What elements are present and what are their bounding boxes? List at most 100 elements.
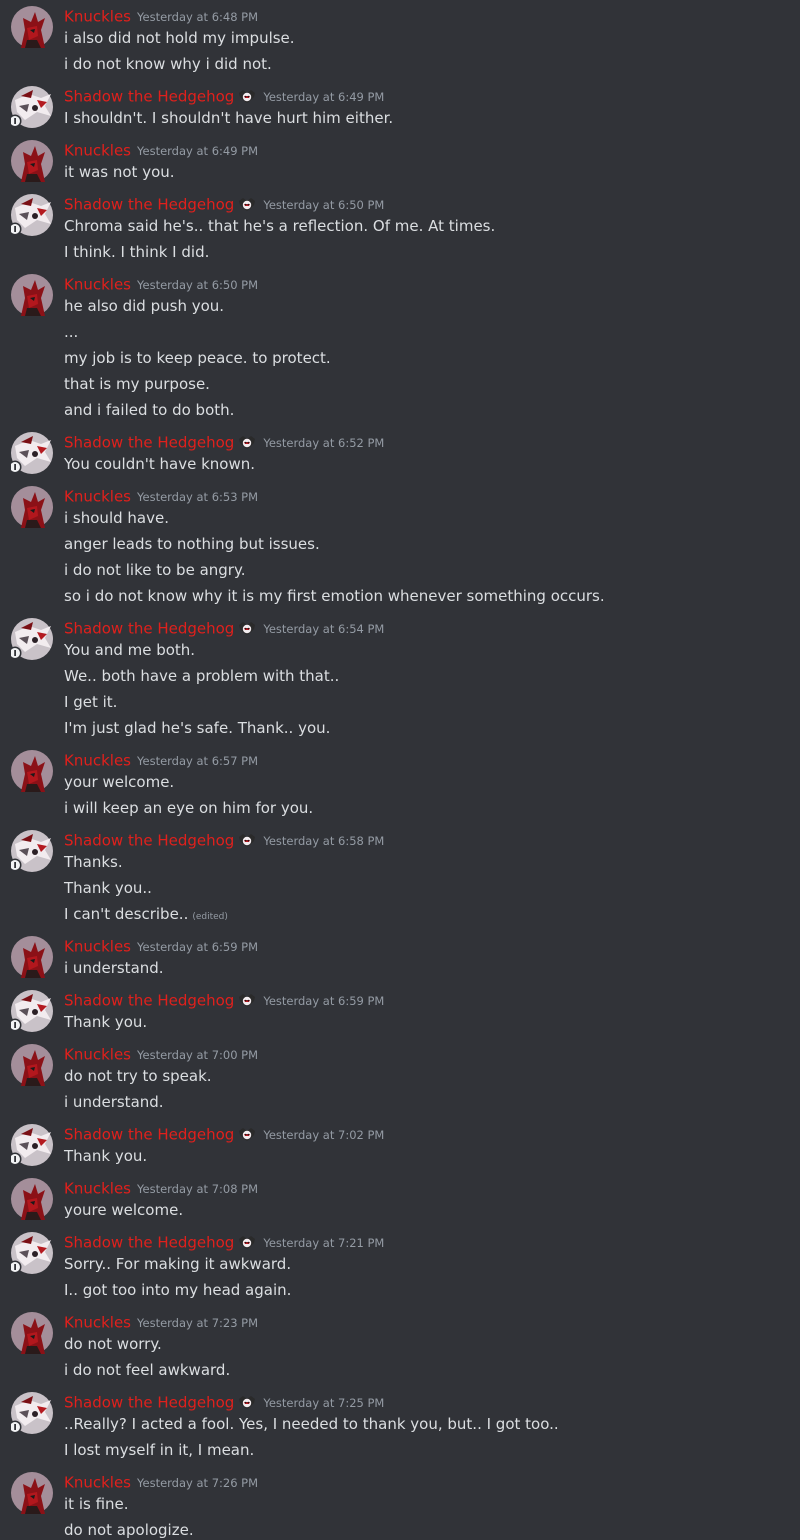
- timestamp[interactable]: Yesterday at 7:23 PM: [137, 1316, 258, 1330]
- message-text-content: Thanks.: [64, 853, 123, 871]
- timestamp[interactable]: Yesterday at 7:25 PM: [263, 1396, 384, 1410]
- author-name[interactable]: Shadow the Hedgehog: [64, 1234, 234, 1252]
- message-header: Knuckles Yesterday at 6:48 PM: [64, 6, 258, 26]
- timestamp[interactable]: Yesterday at 6:58 PM: [263, 834, 384, 848]
- skull-badge-icon[interactable]: [237, 1127, 257, 1143]
- author-name[interactable]: Shadow the Hedgehog: [64, 992, 234, 1010]
- author-name[interactable]: Shadow the Hedgehog: [64, 88, 234, 106]
- message-text: do not worry.: [64, 1334, 162, 1354]
- message-header: Knuckles Yesterday at 6:59 PM: [64, 936, 258, 956]
- message-text: Thanks.: [64, 852, 123, 872]
- shadow-avatar[interactable]: [11, 1232, 53, 1274]
- message-text: Thank you.: [64, 1012, 147, 1032]
- author-name[interactable]: Knuckles: [64, 938, 131, 956]
- timestamp[interactable]: Yesterday at 6:49 PM: [263, 90, 384, 104]
- skull-badge-icon[interactable]: [237, 993, 257, 1009]
- knuckles-avatar[interactable]: [11, 6, 53, 48]
- message-text: Thank you..: [64, 878, 152, 898]
- author-name[interactable]: Knuckles: [64, 1474, 131, 1492]
- knuckles-avatar[interactable]: [11, 140, 53, 182]
- author-name[interactable]: Shadow the Hedgehog: [64, 434, 234, 452]
- author-name[interactable]: Knuckles: [64, 488, 131, 506]
- shadow-avatar[interactable]: [11, 618, 53, 660]
- timestamp[interactable]: Yesterday at 6:54 PM: [263, 622, 384, 636]
- author-name[interactable]: Knuckles: [64, 8, 131, 26]
- author-name[interactable]: Shadow the Hedgehog: [64, 1394, 234, 1412]
- timestamp[interactable]: Yesterday at 6:59 PM: [137, 940, 258, 954]
- message-header: Shadow the Hedgehog Yesterday at 6:49 PM: [64, 86, 384, 106]
- message-text-content: i also did not hold my impulse.: [64, 29, 295, 47]
- timestamp[interactable]: Yesterday at 6:53 PM: [137, 490, 258, 504]
- message-text-content: ...: [64, 323, 79, 341]
- timestamp[interactable]: Yesterday at 7:00 PM: [137, 1048, 258, 1062]
- skull-badge-icon[interactable]: [237, 89, 257, 105]
- knuckles-avatar[interactable]: [11, 486, 53, 528]
- skull-badge-icon[interactable]: [237, 1235, 257, 1251]
- timestamp[interactable]: Yesterday at 6:48 PM: [137, 10, 258, 24]
- shadow-avatar[interactable]: [11, 990, 53, 1032]
- skull-badge-icon[interactable]: [237, 833, 257, 849]
- message-text-content: so i do not know why it is my first emot…: [64, 587, 605, 605]
- skull-badge-icon[interactable]: [237, 621, 257, 637]
- message-text: ...: [64, 322, 78, 342]
- author-name[interactable]: Knuckles: [64, 276, 131, 294]
- skull-badge-icon[interactable]: [237, 1395, 257, 1411]
- author-name[interactable]: Knuckles: [64, 142, 131, 160]
- knuckles-avatar[interactable]: [11, 1312, 53, 1354]
- shadow-avatar[interactable]: [11, 1392, 53, 1434]
- author-name[interactable]: Knuckles: [64, 752, 131, 770]
- message-header: Knuckles Yesterday at 6:49 PM: [64, 140, 258, 160]
- author-name[interactable]: Shadow the Hedgehog: [64, 832, 234, 850]
- message-text: it is fine.: [64, 1494, 129, 1514]
- knuckles-avatar[interactable]: [11, 274, 53, 316]
- timestamp[interactable]: Yesterday at 7:26 PM: [137, 1476, 258, 1490]
- message-text: ..Really? I acted a fool. Yes, I needed …: [64, 1414, 559, 1434]
- message-text-content: do not try to speak.: [64, 1067, 212, 1085]
- timestamp[interactable]: Yesterday at 7:21 PM: [263, 1236, 384, 1250]
- message-text-content: Chroma said he's.. that he's a reflectio…: [64, 217, 496, 235]
- message-text: so i do not know why it is my first emot…: [64, 586, 605, 606]
- skull-badge-icon[interactable]: [237, 435, 257, 451]
- message-text-content: Thank you.: [64, 1147, 148, 1165]
- knuckles-avatar[interactable]: [11, 1044, 53, 1086]
- message-text: he also did push you.: [64, 296, 224, 316]
- timestamp[interactable]: Yesterday at 6:52 PM: [263, 436, 384, 450]
- timestamp[interactable]: Yesterday at 6:57 PM: [137, 754, 258, 768]
- shadow-avatar[interactable]: [11, 86, 53, 128]
- author-name[interactable]: Shadow the Hedgehog: [64, 620, 234, 638]
- shadow-avatar[interactable]: [11, 194, 53, 236]
- message-header: Shadow the Hedgehog Yesterday at 6:52 PM: [64, 432, 384, 452]
- edited-label: (edited): [192, 912, 228, 922]
- author-name[interactable]: Shadow the Hedgehog: [64, 196, 234, 214]
- knuckles-avatar[interactable]: [11, 1178, 53, 1220]
- message-text-content: I lost myself in it, I mean.: [64, 1441, 255, 1459]
- shadow-avatar[interactable]: [11, 1124, 53, 1166]
- shadow-avatar[interactable]: [11, 830, 53, 872]
- author-name[interactable]: Knuckles: [64, 1046, 131, 1064]
- timestamp[interactable]: Yesterday at 6:49 PM: [137, 144, 258, 158]
- message-text: I get it.: [64, 692, 117, 712]
- knuckles-avatar[interactable]: [11, 1472, 53, 1514]
- timestamp[interactable]: Yesterday at 7:02 PM: [263, 1128, 384, 1142]
- message-text-content: do not worry.: [64, 1335, 162, 1353]
- message-text-content: i understand.: [64, 1093, 164, 1111]
- timestamp[interactable]: Yesterday at 7:08 PM: [137, 1182, 258, 1196]
- message-text-content: i do not feel awkward.: [64, 1361, 231, 1379]
- shadow-avatar[interactable]: [11, 432, 53, 474]
- message-text: Sorry.. For making it awkward.: [64, 1254, 291, 1274]
- skull-badge-icon[interactable]: [237, 197, 257, 213]
- message-text-content: your welcome.: [64, 773, 175, 791]
- author-name[interactable]: Shadow the Hedgehog: [64, 1126, 234, 1144]
- author-name[interactable]: Knuckles: [64, 1314, 131, 1332]
- timestamp[interactable]: Yesterday at 6:50 PM: [137, 278, 258, 292]
- author-name[interactable]: Knuckles: [64, 1180, 131, 1198]
- message-text: my job is to keep peace. to protect.: [64, 348, 331, 368]
- message-text-content: I.. got too into my head again.: [64, 1281, 292, 1299]
- message-header: Shadow the Hedgehog Yesterday at 7:02 PM: [64, 1124, 384, 1144]
- timestamp[interactable]: Yesterday at 6:50 PM: [263, 198, 384, 212]
- timestamp[interactable]: Yesterday at 6:59 PM: [263, 994, 384, 1008]
- message-text-content: ..Really? I acted a fool. Yes, I needed …: [64, 1415, 559, 1433]
- knuckles-avatar[interactable]: [11, 750, 53, 792]
- message-text: and i failed to do both.: [64, 400, 234, 420]
- knuckles-avatar[interactable]: [11, 936, 53, 978]
